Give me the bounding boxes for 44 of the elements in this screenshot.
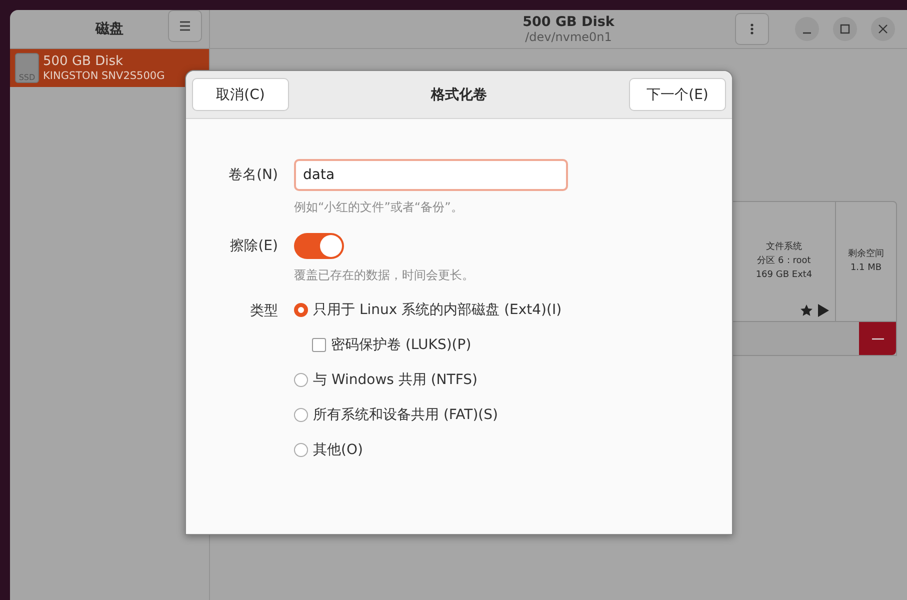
maximize-button[interactable]	[833, 17, 857, 41]
hint-text: 例如“小红的文件”或者“备份”。	[294, 199, 464, 216]
menu-button[interactable]	[168, 10, 202, 42]
radio-button[interactable]	[294, 408, 308, 422]
dialog-title: 格式化卷	[431, 86, 487, 104]
next-button[interactable]: 下一个(E)	[629, 78, 726, 111]
minus-icon	[872, 338, 884, 340]
cancel-button[interactable]: 取消(C)	[192, 78, 289, 111]
sidebar-title: 磁盘	[96, 20, 124, 38]
checkbox-option[interactable]: 密码保护卷 (LUKS)(P)	[294, 333, 732, 357]
partition-label: 剩余空间	[848, 248, 884, 261]
minimize-button[interactable]	[795, 17, 819, 41]
maximize-icon	[840, 24, 850, 34]
play-icon	[818, 304, 829, 317]
hint-text: 覆盖已存在的数据，时间会更长。	[294, 267, 475, 284]
radio-button[interactable]	[294, 303, 308, 317]
volume-name-field[interactable]: data	[294, 159, 568, 191]
radio-option[interactable]: 所有系统和设备共用 (FAT)(S)	[294, 403, 732, 427]
erase-switch[interactable]	[294, 233, 344, 259]
partition-label: 文件系统	[766, 240, 802, 254]
window-title: 500 GB Disk	[522, 14, 614, 30]
more-button[interactable]	[735, 13, 769, 45]
radio-option[interactable]: 与 Windows 共用 (NTFS)	[294, 368, 732, 392]
star-icon	[800, 304, 813, 317]
field-label: 卷名(N)	[228, 166, 278, 185]
more-icon	[750, 23, 754, 35]
partition-label: 分区 6：root	[757, 254, 811, 268]
field-label: 擦除(E)	[229, 237, 278, 256]
radio-button[interactable]	[294, 373, 308, 387]
disk-model: KINGSTON SNV2S500G	[43, 70, 165, 82]
minimize-icon	[803, 32, 811, 34]
partition-segment[interactable]: 剩余空间 1.1 MB	[835, 202, 896, 321]
close-icon	[878, 24, 888, 34]
disk-name: 500 GB Disk	[43, 54, 124, 70]
radio-option[interactable]: 只用于 Linux 系统的内部磁盘 (Ext4)(I)	[294, 298, 732, 322]
checkbox[interactable]	[312, 338, 326, 352]
menu-icon	[179, 21, 191, 31]
field-label: 类型	[249, 302, 278, 321]
partition-label: 1.1 MB	[850, 262, 882, 275]
radio-button[interactable]	[294, 443, 308, 457]
partition-label: 169 GB Ext4	[756, 269, 812, 282]
window-subtitle: /dev/nvme0n1	[525, 30, 612, 44]
radio-option[interactable]: 其他(O)	[294, 438, 732, 462]
close-button[interactable]	[871, 17, 895, 41]
